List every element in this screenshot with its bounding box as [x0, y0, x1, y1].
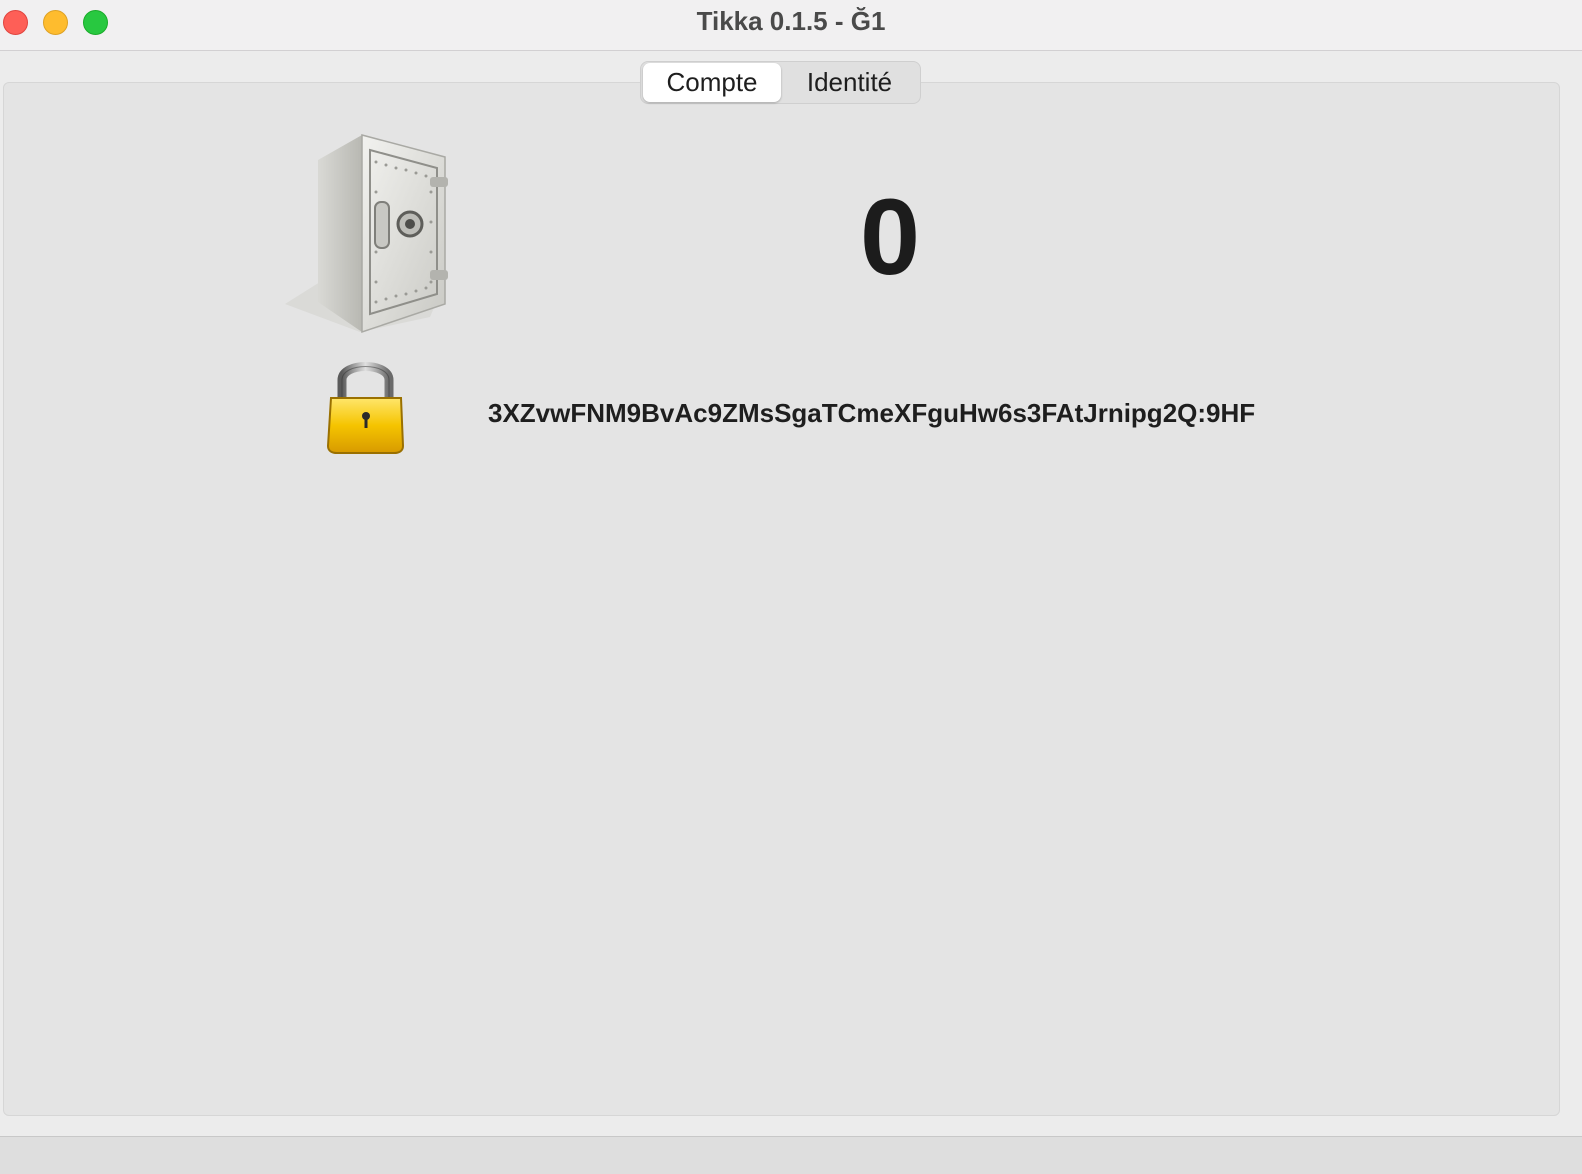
status-bar [0, 1137, 1582, 1174]
tab-content-panel [3, 82, 1560, 1116]
lock-icon [326, 362, 405, 454]
window-title: Tikka 0.1.5 - Ğ1 [696, 6, 886, 36]
tab-identite[interactable]: Identité [781, 63, 918, 102]
public-key-label: 3XZvwFNM9BvAc9ZMsSgaTCmeXFguHw6s3FAtJrni… [488, 398, 1256, 428]
title-bar[interactable]: Tikka 0.1.5 - Ğ1 [0, 0, 1582, 51]
app-window: Tikka 0.1.5 - Ğ1 Compte Identité 0 3XZvw… [0, 0, 1582, 1174]
tab-bar: Compte Identité [640, 61, 921, 104]
tab-compte[interactable]: Compte [643, 63, 781, 102]
safe-icon [285, 134, 448, 334]
balance-amount: 0 [859, 176, 921, 297]
